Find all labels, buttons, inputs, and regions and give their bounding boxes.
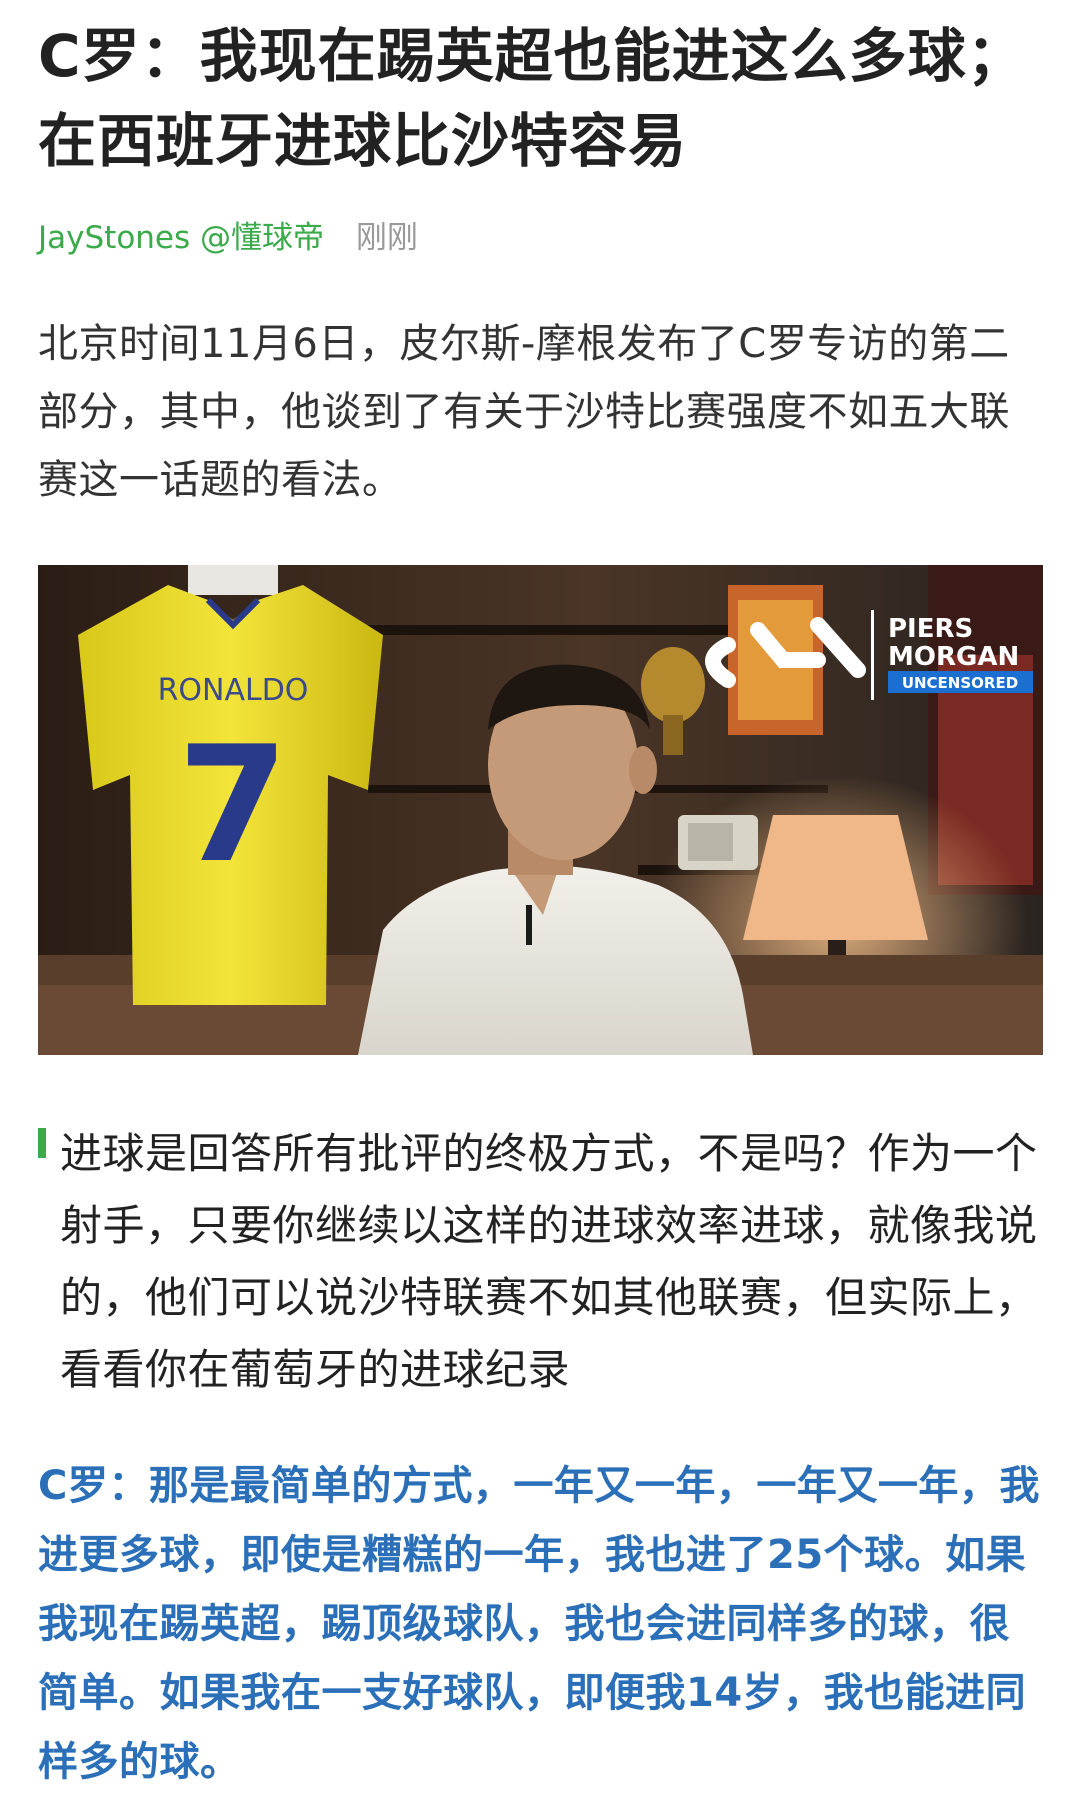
ronaldo-answer: C罗：那是最简单的方式，一年又一年，一年又一年，我进更多球，即使是糟糕的一年，我… bbox=[38, 1463, 1040, 1785]
quote-bar bbox=[38, 1128, 46, 1158]
quote-text: 进球是回答所有批评的终极方式，不是吗？作为一个射手，只要你继续以这样的进球效率进… bbox=[60, 1129, 1038, 1394]
article: C罗：我现在踢英超也能进这么多球；在西班牙进球比沙特容易 JayStones @… bbox=[38, 0, 1043, 1785]
logo-line2: MORGAN bbox=[888, 642, 1019, 672]
article-image[interactable]: RONALDO 7 PIERS MORGAN UNCENSORED bbox=[38, 565, 1043, 1055]
article-title: C罗：我现在踢英超也能进这么多球；在西班牙进球比沙特容易 bbox=[38, 22, 1026, 175]
interviewer-quote: 进球是回答所有批评的终极方式，不是吗？作为一个射手，只要你继续以这样的进球效率进… bbox=[38, 1118, 1043, 1406]
author-link[interactable]: JayStones @懂球帝 bbox=[38, 220, 324, 256]
publish-time: 刚刚 bbox=[355, 220, 418, 256]
logo-line3: UNCENSORED bbox=[902, 674, 1018, 692]
logo-line1: PIERS bbox=[888, 614, 973, 644]
interview-scene: RONALDO 7 PIERS MORGAN UNCENSORED bbox=[38, 565, 1043, 1055]
jersey-name: RONALDO bbox=[158, 673, 309, 708]
intro-paragraph: 北京时间11月6日，皮尔斯-摩根发布了C罗专访的第二部分，其中，他谈到了有关于沙… bbox=[38, 321, 1010, 503]
jersey-number: 7 bbox=[177, 711, 288, 898]
article-meta: JayStones @懂球帝 刚刚 bbox=[38, 218, 418, 258]
